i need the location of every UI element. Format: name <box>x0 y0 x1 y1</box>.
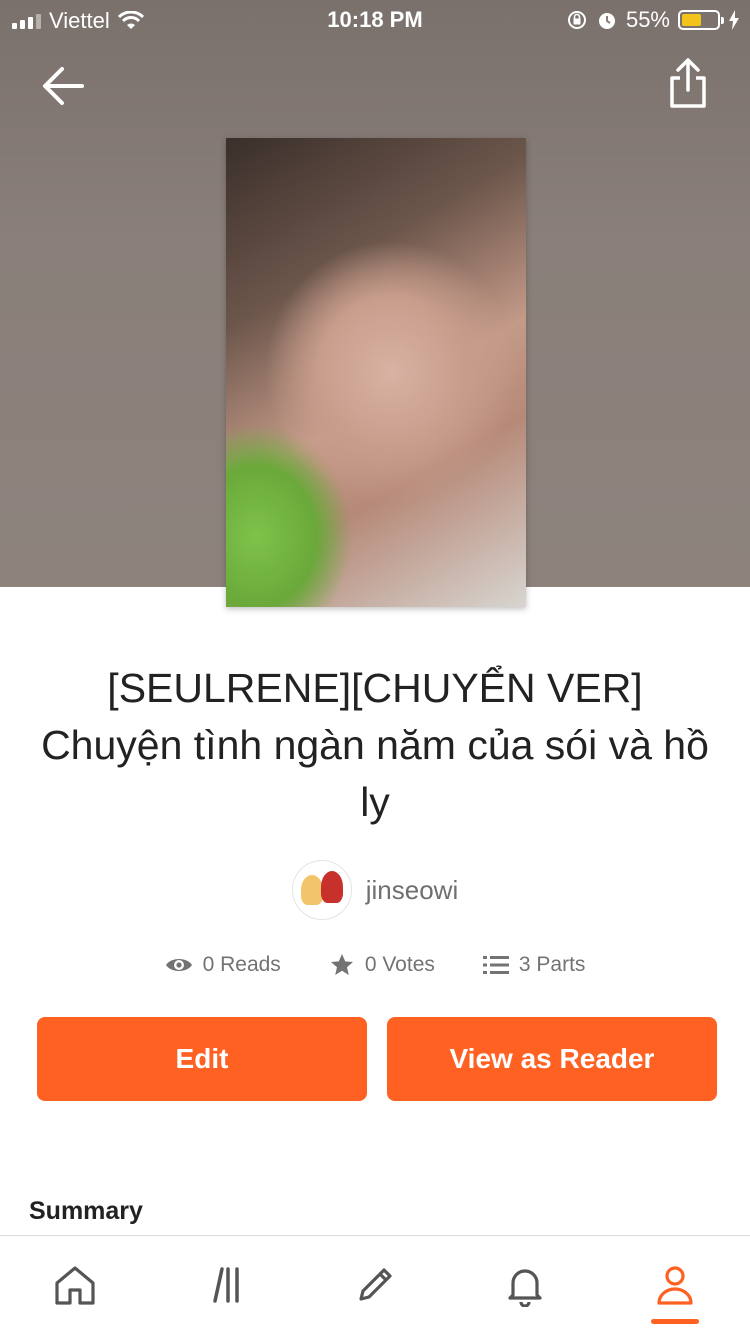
eye-icon <box>165 959 192 971</box>
edit-button[interactable]: Edit <box>37 1017 367 1101</box>
tab-write[interactable] <box>300 1236 450 1334</box>
charging-bolt-icon <box>729 10 739 30</box>
status-bar: Viettel 10:18 PM 55% <box>0 0 750 40</box>
author-row[interactable]: jinseowi <box>0 860 750 920</box>
story-cover-image[interactable] <box>226 138 526 607</box>
parts-count: 3 Parts <box>518 953 586 976</box>
star-icon <box>330 954 353 975</box>
tab-profile[interactable] <box>600 1236 750 1334</box>
rotation-lock-icon <box>567 11 586 29</box>
story-stats: 0 Reads 0 Votes 3 Parts <box>0 952 750 978</box>
tab-library[interactable] <box>150 1236 300 1334</box>
library-icon <box>213 1267 239 1303</box>
back-button[interactable] <box>38 60 90 112</box>
pencil-icon <box>359 1268 392 1301</box>
view-as-reader-button[interactable]: View as Reader <box>387 1017 717 1101</box>
author-name[interactable]: jinseowi <box>366 875 459 906</box>
reads-count: 0 Reads <box>202 953 281 976</box>
battery-icon <box>678 10 724 30</box>
tab-home[interactable] <box>0 1236 150 1334</box>
alarm-icon <box>598 13 615 29</box>
tab-notifications[interactable] <box>450 1236 600 1334</box>
bottom-tab-bar <box>0 1235 750 1334</box>
summary-heading: Summary <box>29 1197 143 1225</box>
bell-icon <box>508 1269 542 1307</box>
profile-icon <box>657 1266 693 1305</box>
votes-count: 0 Votes <box>364 953 435 976</box>
battery-percent: 55% <box>625 7 670 32</box>
list-icon <box>482 956 509 974</box>
share-button[interactable] <box>666 56 710 112</box>
story-title: [SEULRENE][CHUYỂN VER] Chuyện tình ngàn … <box>41 665 709 825</box>
share-icon <box>670 58 706 108</box>
author-avatar[interactable] <box>291 860 352 920</box>
arrow-left-icon <box>43 67 84 105</box>
home-icon <box>55 1266 95 1305</box>
